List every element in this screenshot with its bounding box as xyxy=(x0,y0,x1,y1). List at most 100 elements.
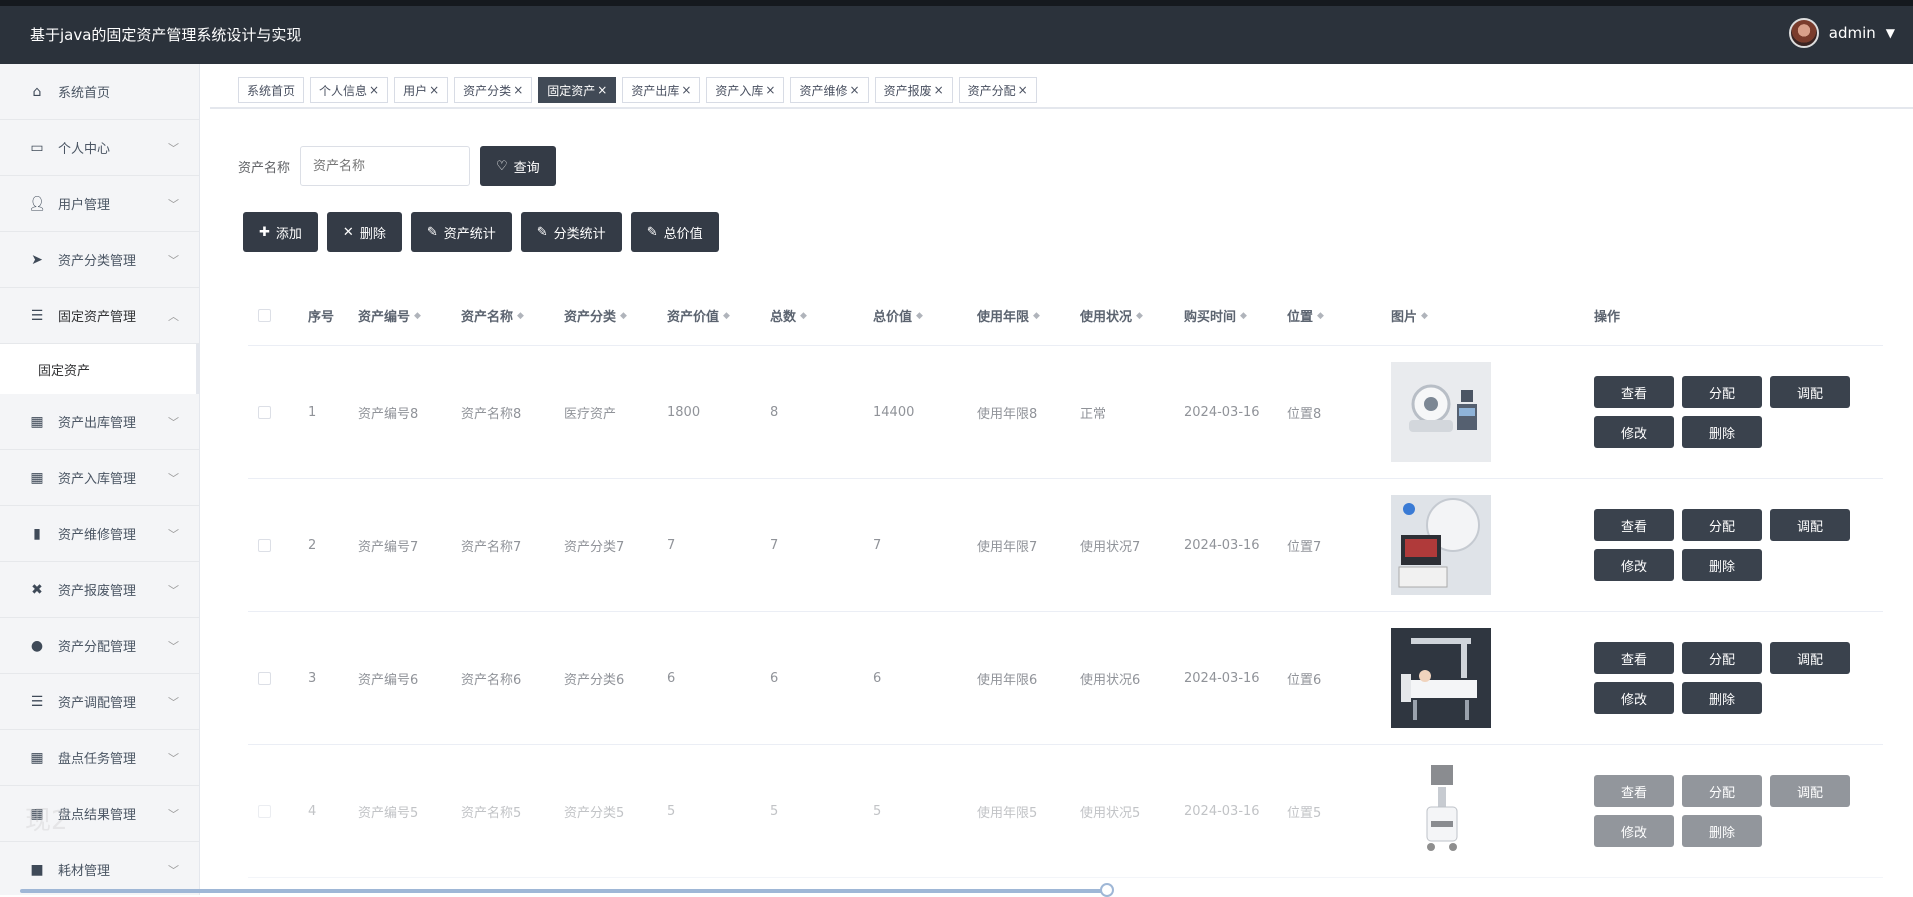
sort-icon[interactable]: ◆ xyxy=(1317,311,1324,321)
transfer-button[interactable]: 调配 xyxy=(1770,642,1850,674)
sort-icon[interactable]: ◆ xyxy=(800,311,807,321)
tab-allocation[interactable]: 资产分配 × xyxy=(958,77,1037,103)
assign-button[interactable]: 分配 xyxy=(1682,376,1762,408)
asset-thumbnail[interactable] xyxy=(1391,362,1491,462)
close-icon[interactable]: × xyxy=(1018,83,1028,97)
sidebar-item-consumables[interactable]: ■ 耗材管理 ﹀ xyxy=(0,842,199,895)
col-status[interactable]: 使用状况 ◆ xyxy=(1080,306,1184,325)
sidebar-subitem-fixed-assets[interactable]: 固定资产 xyxy=(0,344,199,394)
tab-user[interactable]: 用户 × xyxy=(394,77,449,103)
tab-personal-info[interactable]: 个人信息 × xyxy=(310,77,389,103)
col-category[interactable]: 资产分类 ◆ xyxy=(564,306,667,325)
col-image[interactable]: 图片 ◆ xyxy=(1391,306,1594,325)
user-menu[interactable]: admin ▼ xyxy=(1788,18,1895,48)
sidebar-item-scrap[interactable]: ✖ 资产报废管理 ﹀ xyxy=(0,562,199,618)
col-date[interactable]: 购买时间 ◆ xyxy=(1184,306,1287,325)
sort-icon[interactable]: ◆ xyxy=(1136,311,1143,321)
sort-icon[interactable]: ◆ xyxy=(1240,311,1247,321)
caret-down-icon[interactable]: ▼ xyxy=(1886,26,1895,40)
close-icon[interactable]: × xyxy=(513,83,523,97)
tab-outbound[interactable]: 资产出库 × xyxy=(622,77,701,103)
assign-button[interactable]: 分配 xyxy=(1682,642,1762,674)
view-button[interactable]: 查看 xyxy=(1594,509,1674,541)
sidebar-item-inventory-task[interactable]: ▦ 盘点任务管理 ﹀ xyxy=(0,730,199,786)
sort-icon[interactable]: ◆ xyxy=(1421,311,1428,321)
transfer-button[interactable]: 调配 xyxy=(1770,376,1850,408)
col-name[interactable]: 资产名称 ◆ xyxy=(461,306,564,325)
asset-thumbnail[interactable] xyxy=(1391,628,1491,728)
close-icon[interactable]: × xyxy=(429,83,439,97)
row-checkbox[interactable] xyxy=(258,405,271,419)
col-label: 购买时间 xyxy=(1184,310,1237,325)
edit-button[interactable]: 修改 xyxy=(1594,815,1674,847)
row-checkbox[interactable] xyxy=(258,538,271,552)
close-icon[interactable]: × xyxy=(765,83,775,97)
col-code[interactable]: 资产编号 ◆ xyxy=(358,306,461,325)
asset-thumbnail[interactable] xyxy=(1391,495,1491,595)
tab-label: 资产报废 xyxy=(883,83,932,98)
edit-button[interactable]: 修改 xyxy=(1594,682,1674,714)
search-button[interactable]: ♡ 查询 xyxy=(480,146,556,186)
view-button[interactable]: 查看 xyxy=(1594,376,1674,408)
tab-bar: 系统首页 个人信息 × 用户 × 资产分类 × 固定资产 × 资产出库 × 资产入库 × 资… xyxy=(238,77,1037,103)
sidebar-item-home[interactable]: ⌂ 系统首页 xyxy=(0,64,199,120)
asset-thumbnail[interactable] xyxy=(1391,761,1491,861)
tab-asset-category[interactable]: 资产分类 × xyxy=(454,77,533,103)
edit-button[interactable]: 修改 xyxy=(1594,549,1674,581)
sort-icon[interactable]: ◆ xyxy=(414,311,421,321)
search-input[interactable] xyxy=(300,146,471,186)
transfer-button[interactable]: 调配 xyxy=(1770,509,1850,541)
sidebar-item-allocation[interactable]: ● 资产分配管理 ﹀ xyxy=(0,618,199,674)
avatar[interactable] xyxy=(1788,18,1819,48)
close-icon[interactable]: × xyxy=(850,83,860,97)
category-stats-button[interactable]: ✎ 分类统计 xyxy=(520,212,622,252)
select-all-checkbox[interactable] xyxy=(258,309,271,322)
username[interactable]: admin xyxy=(1829,24,1876,42)
tab-scrap[interactable]: 资产报废 × xyxy=(874,77,953,103)
horizontal-scrollbar[interactable] xyxy=(20,889,1110,893)
sort-icon[interactable]: ◆ xyxy=(916,311,923,321)
view-button[interactable]: 查看 xyxy=(1594,642,1674,674)
sidebar-item-users[interactable]: 👤︎ 用户管理 ﹀ xyxy=(0,176,199,232)
sidebar-item-outbound[interactable]: ▦ 资产出库管理 ﹀ xyxy=(0,394,199,450)
sidebar-item-inbound[interactable]: ▦ 资产入库管理 ﹀ xyxy=(0,450,199,506)
sort-icon[interactable]: ◆ xyxy=(620,311,627,321)
add-button[interactable]: ✚ 添加 xyxy=(243,212,318,252)
edit-button[interactable]: 修改 xyxy=(1594,416,1674,448)
total-value-button[interactable]: ✎ 总价值 xyxy=(630,212,719,252)
sidebar-item-repair[interactable]: ▮ 资产维修管理 ﹀ xyxy=(0,506,199,562)
sidebar-item-personal[interactable]: ▭ 个人中心 ﹀ xyxy=(0,120,199,176)
asset-stats-button[interactable]: ✎ 资产统计 xyxy=(410,212,512,252)
col-total[interactable]: 总价值 ◆ xyxy=(873,306,977,325)
sidebar-item-asset-category[interactable]: ➤ 资产分类管理 ﹀ xyxy=(0,232,199,288)
tab-inbound[interactable]: 资产入库 × xyxy=(706,77,785,103)
delete-row-button[interactable]: 删除 xyxy=(1682,549,1762,581)
row-checkbox[interactable] xyxy=(258,804,271,818)
col-life[interactable]: 使用年限 ◆ xyxy=(977,306,1080,325)
sort-icon[interactable]: ◆ xyxy=(723,311,730,321)
tab-home[interactable]: 系统首页 xyxy=(238,77,305,103)
close-icon[interactable]: × xyxy=(597,83,607,97)
sort-icon[interactable]: ◆ xyxy=(1033,311,1040,321)
view-button[interactable]: 查看 xyxy=(1594,775,1674,807)
delete-button[interactable]: ✕ 删除 xyxy=(326,212,402,252)
col-value[interactable]: 资产价值 ◆ xyxy=(667,306,770,325)
tab-fixed-assets[interactable]: 固定资产 × xyxy=(538,77,617,103)
col-location[interactable]: 位置 ◆ xyxy=(1287,306,1391,325)
assign-button[interactable]: 分配 xyxy=(1682,775,1762,807)
delete-row-button[interactable]: 删除 xyxy=(1682,815,1762,847)
tab-repair[interactable]: 资产维修 × xyxy=(790,77,869,103)
row-checkbox[interactable] xyxy=(258,671,271,685)
sort-icon[interactable]: ◆ xyxy=(517,311,524,321)
sidebar-item-fixed-assets[interactable]: ☰ 固定资产管理 ︿ xyxy=(0,288,199,344)
transfer-button[interactable]: 调配 xyxy=(1770,775,1850,807)
assign-button[interactable]: 分配 xyxy=(1682,509,1762,541)
sidebar-item-transfer[interactable]: ☰ 资产调配管理 ﹀ xyxy=(0,674,199,730)
close-icon[interactable]: × xyxy=(681,83,691,97)
delete-row-button[interactable]: 删除 xyxy=(1682,416,1762,448)
close-icon[interactable]: × xyxy=(369,83,379,97)
col-count[interactable]: 总数 ◆ xyxy=(770,306,873,325)
table-header: 序号 资产编号 ◆ 资产名称 ◆ 资产分类 ◆ 资产价值 ◆ 总数 ◆ 总价值 ◆ 使用年限… xyxy=(248,286,1883,346)
close-icon[interactable]: × xyxy=(934,83,944,97)
delete-row-button[interactable]: 删除 xyxy=(1682,682,1762,714)
